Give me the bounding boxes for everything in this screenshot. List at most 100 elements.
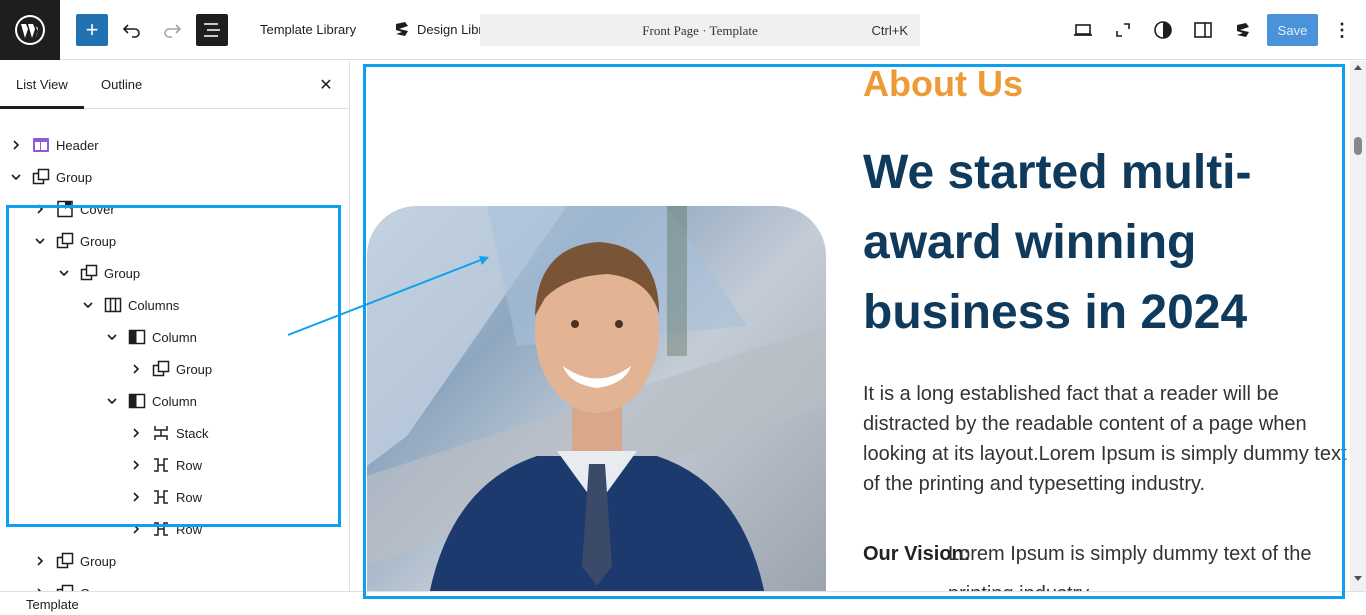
spectra-settings-button[interactable] [1231, 18, 1255, 42]
tree-item-label: Column [152, 329, 197, 345]
spectra-icon [396, 22, 408, 36]
spectra-icon [1237, 23, 1249, 37]
row-icon [152, 456, 170, 474]
chevron-down-icon[interactable] [32, 233, 48, 249]
document-title: Front Page · Template [642, 23, 758, 38]
scrollbar-thumb[interactable] [1354, 137, 1362, 155]
tree-item-stack[interactable]: Stack [128, 417, 209, 449]
wordpress-icon [15, 15, 45, 45]
tree-item-group[interactable]: Group [128, 353, 212, 385]
about-heading[interactable]: About Us [863, 63, 1023, 105]
expand-icon [1116, 23, 1130, 37]
main-heading[interactable]: We started multi-award winning business … [863, 138, 1333, 348]
chevron-right-icon[interactable] [32, 553, 48, 569]
cover-icon [56, 200, 74, 218]
active-tab-indicator [0, 106, 84, 109]
chevron-down-icon[interactable] [80, 297, 96, 313]
chevron-right-icon[interactable] [32, 201, 48, 217]
tree-item-column[interactable]: Column [104, 321, 197, 353]
tab-outline[interactable]: Outline [101, 77, 142, 92]
tree-item-label: Group [80, 553, 117, 569]
tree-item-label: Column [152, 393, 197, 409]
group-icon [152, 360, 170, 378]
list-view-button[interactable] [196, 14, 228, 46]
undo-icon [122, 24, 140, 38]
list-view-icon [204, 23, 220, 37]
status-footer: Template [0, 591, 1366, 615]
tree-item-row[interactable]: Row [128, 449, 202, 481]
chevron-down-icon[interactable] [8, 169, 24, 185]
editor-canvas[interactable]: About Us We started multi-award winning … [351, 61, 1350, 591]
redo-button[interactable] [158, 14, 186, 46]
tree-item-label: Columns [128, 297, 180, 313]
group-icon [56, 552, 74, 570]
tree-item-row[interactable]: Row [128, 481, 202, 513]
command-palette[interactable]: Front Page · Template Ctrl+K [480, 14, 920, 46]
group-icon [80, 264, 98, 282]
tree-item-label: Header [56, 137, 99, 153]
tree-item-column[interactable]: Column [104, 385, 197, 417]
tree-item-label: Row [176, 521, 203, 537]
close-sidebar-button[interactable]: ✕ [316, 75, 336, 95]
preview-device-button[interactable] [1071, 18, 1095, 42]
wordpress-logo-icon[interactable] [0, 0, 60, 60]
tree-item-row[interactable]: Row [128, 513, 202, 545]
tree-item-label: Group [80, 233, 117, 249]
tree-item-label: Group [56, 169, 93, 185]
contrast-icon [1154, 21, 1172, 39]
chevron-right-icon[interactable] [128, 521, 144, 537]
more-options-button[interactable]: ⋮ [1332, 18, 1352, 42]
breadcrumb[interactable]: Template [26, 597, 79, 612]
template-library-link[interactable]: Template Library [260, 22, 356, 37]
shortcut-hint: Ctrl+K [871, 23, 908, 38]
tree-item-group[interactable]: Group [32, 545, 116, 577]
row-icon [152, 488, 170, 506]
save-button[interactable]: Save [1267, 14, 1318, 46]
tree-item-label: Stack [176, 425, 209, 441]
tree-item-cover[interactable]: Cover [32, 193, 115, 225]
group-icon [56, 584, 74, 591]
template-part-icon [32, 136, 50, 154]
vision-text[interactable]: Lorem Ipsum is simply dummy text of the … [948, 534, 1348, 591]
sidebar-icon [1194, 22, 1212, 38]
tree-item-label: Cover [80, 201, 115, 217]
tab-list-view[interactable]: List View [16, 77, 68, 92]
sidebar-tabs: List View Outline ✕ [0, 61, 349, 109]
column-icon [128, 392, 146, 410]
tree-item-group[interactable]: Group [56, 257, 140, 289]
tree-item-group[interactable]: Group [32, 225, 116, 257]
tree-item-columns[interactable]: Columns [80, 289, 179, 321]
redo-icon [164, 24, 182, 38]
row-icon [152, 520, 170, 538]
intro-paragraph[interactable]: It is a long established fact that a rea… [863, 379, 1348, 499]
scroll-down-arrow-icon[interactable] [1354, 576, 1362, 581]
canvas-scrollbar[interactable] [1350, 61, 1366, 591]
settings-sidebar-button[interactable] [1191, 18, 1215, 42]
columns-icon [104, 296, 122, 314]
chevron-right-icon[interactable] [128, 361, 144, 377]
chevron-down-icon[interactable] [104, 393, 120, 409]
laptop-icon [1074, 24, 1092, 36]
tree-item-label: Row [176, 457, 203, 473]
top-toolbar: + Template Library Design Library Front … [0, 0, 1366, 60]
list-view-sidebar: List View Outline ✕ Header Group Cover Grou… [0, 61, 350, 591]
tree-item-group[interactable]: Group [32, 577, 116, 591]
undo-button[interactable] [118, 14, 146, 46]
tree-item-header[interactable]: Header [8, 129, 99, 161]
chevron-right-icon[interactable] [128, 457, 144, 473]
photo-illustration [367, 206, 826, 591]
add-block-button[interactable]: + [76, 14, 108, 46]
chevron-right-icon[interactable] [128, 425, 144, 441]
scroll-up-arrow-icon[interactable] [1354, 65, 1362, 70]
styles-button[interactable] [1151, 18, 1175, 42]
group-icon [32, 168, 50, 186]
chevron-down-icon[interactable] [56, 265, 72, 281]
chevron-down-icon[interactable] [104, 329, 120, 345]
fullscreen-button[interactable] [1111, 18, 1135, 42]
tree-item-label: Group [176, 361, 213, 377]
tree-item-group[interactable]: Group [8, 161, 92, 193]
businessman-photo[interactable] [367, 206, 826, 591]
chevron-right-icon[interactable] [8, 137, 24, 153]
chevron-right-icon[interactable] [128, 489, 144, 505]
stack-icon [152, 424, 170, 442]
